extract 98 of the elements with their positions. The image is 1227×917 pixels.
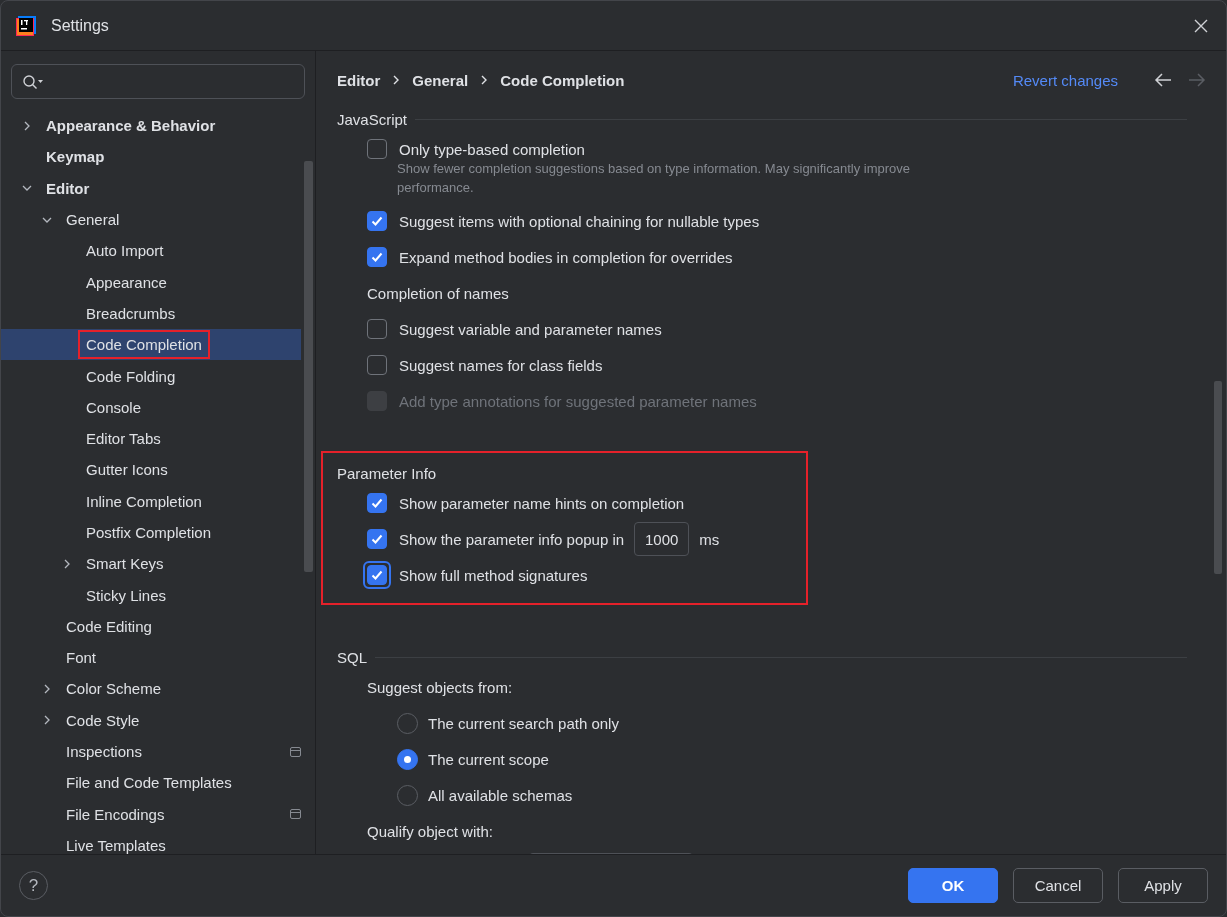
tree-row[interactable]: Live Templates [1, 829, 301, 854]
tree-label: Inline Completion [85, 491, 203, 512]
checkmark-icon [370, 532, 384, 546]
tree-row[interactable]: File Encodings [1, 798, 301, 830]
group-label: Qualify object with: [366, 821, 494, 842]
scrollbar-thumb[interactable] [1214, 381, 1222, 574]
checkbox[interactable] [367, 355, 387, 375]
checkbox-label: Show full method signatures [399, 566, 588, 584]
tree-label: Postfix Completion [85, 523, 213, 543]
tree-row[interactable]: Auto Import [1, 235, 301, 267]
tree-row[interactable]: Code Completion [1, 329, 301, 361]
search-icon [22, 73, 44, 90]
search-field[interactable] [11, 64, 305, 99]
checkbox[interactable] [367, 247, 387, 267]
chevron-right-icon [392, 75, 401, 85]
tree-row[interactable]: Postfix Completion [1, 516, 301, 549]
tree-row[interactable]: Smart Keys [1, 548, 301, 580]
tree-label: File Encodings [65, 804, 166, 825]
tree-row[interactable]: Inline Completion [1, 485, 301, 517]
highlighted-tree-label: Code Completion [78, 330, 210, 360]
checkbox-label: Only type-based completion [399, 140, 585, 158]
checkbox[interactable] [367, 211, 387, 231]
checkbox-label: Show parameter name hints on completion [399, 494, 685, 512]
tree-label: Code Folding [85, 366, 177, 387]
section-title: SQL [337, 648, 367, 666]
dialog-button[interactable]: Cancel [1013, 868, 1103, 903]
tree-row[interactable]: Keymap [1, 141, 301, 173]
tree-row[interactable]: Code Editing [1, 610, 301, 643]
tree-label: Live Templates [65, 835, 167, 854]
tree-row[interactable]: Inspections [1, 735, 301, 768]
checkbox[interactable] [367, 139, 387, 159]
checkbox-label: Show the parameter info popup in [399, 530, 625, 548]
tree-label: Sticky Lines [85, 585, 168, 606]
tree-row[interactable]: Font [1, 642, 301, 674]
unit-label: ms [699, 530, 720, 548]
tree-label: General [65, 210, 121, 231]
window-title: Settings [51, 16, 109, 35]
radio-label: The current scope [428, 750, 549, 768]
tree-label: Font [65, 648, 97, 669]
checkmark-icon [370, 214, 384, 228]
tree-row[interactable]: Console [1, 391, 301, 423]
tree-row[interactable]: Color Scheme [1, 673, 301, 705]
tree-row[interactable]: Code Folding [1, 360, 301, 392]
tree-label: Inspections [65, 742, 143, 763]
app-logo-icon [15, 14, 37, 37]
back-button[interactable] [1152, 71, 1174, 89]
tree-label: Code Editing [65, 616, 153, 637]
dialog-button[interactable]: Apply [1118, 868, 1208, 903]
tree-label: Console [85, 397, 143, 418]
option-description: Show fewer completion suggestions based on type information. May significantly improve performance. [396, 160, 912, 197]
group-label: Suggest objects from: [366, 677, 514, 698]
tree-label: Breadcrumbs [85, 303, 177, 324]
tree-row[interactable]: General [1, 203, 301, 236]
tree-label: Color Scheme [65, 679, 163, 700]
checkbox-label: Expand method bodies in completion for overrides [399, 248, 733, 266]
group-label: Completion of names [366, 283, 510, 304]
radio-label: All available schemas [428, 786, 573, 804]
radio-label: The current search path only [428, 714, 619, 732]
tree-label: Gutter Icons [85, 460, 169, 481]
tree-label: Auto Import [85, 241, 165, 262]
checkbox[interactable] [367, 529, 387, 549]
scrollbar-thumb[interactable] [304, 161, 313, 572]
tree-row[interactable]: File and Code Templates [1, 767, 301, 799]
checkbox[interactable] [367, 493, 387, 513]
dialog-button[interactable]: OK [908, 868, 998, 903]
checkmark-icon [370, 250, 384, 264]
checkbox-label: Suggest variable and parameter names [399, 320, 662, 338]
tree-row[interactable]: Gutter Icons [1, 454, 301, 486]
tree-label: Keymap [45, 147, 106, 168]
tree-label: Appearance [85, 272, 168, 293]
tree-row[interactable]: Appearance [1, 266, 301, 298]
radio-button[interactable] [397, 748, 418, 770]
section-title: Parameter Info [337, 464, 437, 482]
tree-label: Editor Tabs [85, 429, 162, 450]
tree-row[interactable]: Appearance & Behavior [1, 110, 301, 142]
checkbox-label: Suggest names for class fields [399, 356, 603, 374]
tree-row[interactable]: Editor Tabs [1, 422, 301, 455]
checkmark-icon [370, 568, 384, 582]
tree-label: Code Style [65, 710, 141, 731]
checkbox-label: Suggest items with optional chaining for nullable types [399, 212, 760, 230]
checkmark-icon [370, 496, 384, 510]
tree-label: File and Code Templates [65, 773, 233, 794]
tree-label: Editor [45, 178, 91, 199]
number-field[interactable]: 1000 [634, 522, 690, 556]
section-title: JavaScript [337, 110, 408, 128]
tree-row[interactable]: Code Style [1, 704, 301, 736]
breadcrumb: General [412, 71, 469, 89]
tree-row[interactable]: Editor [1, 172, 301, 204]
breadcrumb: Editor [337, 71, 381, 89]
tree-row[interactable]: Breadcrumbs [1, 297, 301, 330]
tree-label: Smart Keys [85, 554, 165, 575]
checkbox-label: Add type annotations for suggested parameter names [399, 392, 757, 410]
tree-row[interactable]: Sticky Lines [1, 579, 301, 611]
chevron-right-icon [480, 75, 489, 85]
breadcrumb: Code Completion [500, 71, 625, 89]
revert-link[interactable]: Revert changes [1012, 71, 1118, 89]
checkbox[interactable] [367, 319, 387, 339]
tree-label: Appearance & Behavior [45, 116, 217, 137]
